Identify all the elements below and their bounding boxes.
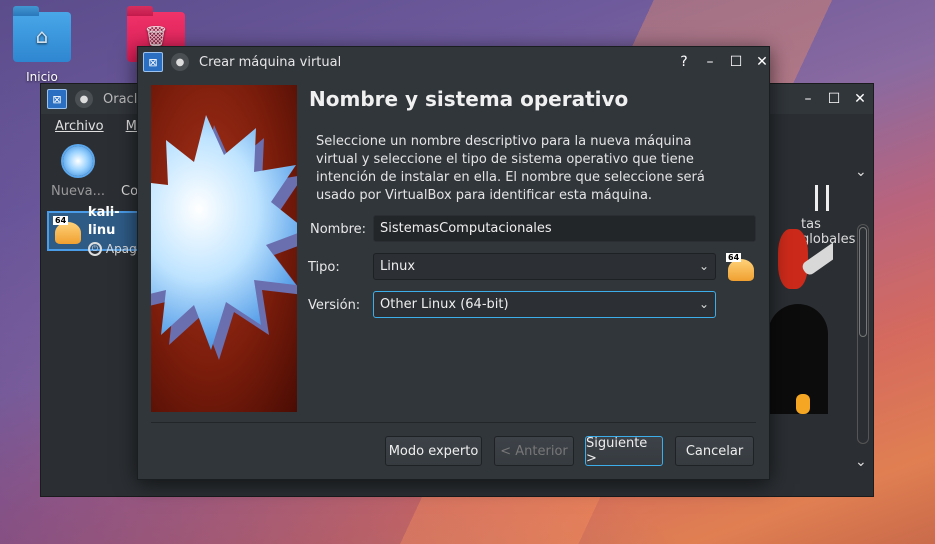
button-separator xyxy=(151,422,756,423)
close-icon[interactable]: ✕ xyxy=(851,90,869,108)
configure-button[interactable]: Co xyxy=(121,184,138,199)
pin-icon[interactable]: ● xyxy=(75,90,93,108)
linux-os-icon: 64 xyxy=(53,216,81,246)
power-off-icon: ⏻ xyxy=(87,242,102,256)
maximize-icon[interactable]: ☐ xyxy=(727,53,745,71)
chevron-down-icon: ⌄ xyxy=(698,297,709,311)
new-vm-icon xyxy=(63,146,94,176)
tux-illustration xyxy=(768,214,833,414)
name-field-value: SistemasComputacionales xyxy=(380,221,552,236)
vm-list-item[interactable]: 64 kali-linu ⏻ Apag xyxy=(47,205,143,256)
version-select-value: Other Linux (64-bit) xyxy=(380,297,509,312)
page-description: Seleccione un nombre descriptivo para la… xyxy=(316,134,705,203)
vm-state: Apag xyxy=(105,242,137,256)
expert-mode-button[interactable]: Modo experto xyxy=(385,436,482,466)
new-vm-button[interactable]: Nueva... xyxy=(51,146,105,199)
virtualbox-icon: ⊠ xyxy=(47,89,67,109)
spiky-star-icon xyxy=(151,115,297,360)
type-select-value: Linux xyxy=(380,259,416,274)
back-button[interactable]: < Anterior xyxy=(494,436,574,466)
chevron-down-icon[interactable]: ⌄ xyxy=(855,454,867,470)
virtualbox-icon: ⊠ xyxy=(143,52,163,72)
page-title: Nombre y sistema operativo xyxy=(309,87,629,111)
help-icon[interactable]: ? xyxy=(675,53,693,71)
manager-scrollbar[interactable] xyxy=(857,224,869,444)
manager-window-controls: – ☐ ✕ xyxy=(799,90,869,108)
tools-icon xyxy=(815,185,829,211)
vm-name: kali-linu xyxy=(87,205,120,238)
dialog-title: Crear máquina virtual xyxy=(199,54,342,70)
close-icon[interactable]: ✕ xyxy=(753,53,771,71)
name-field[interactable]: SistemasComputacionales xyxy=(373,215,756,242)
manager-menubar: Archivo Má xyxy=(55,119,145,134)
maximize-icon[interactable]: ☐ xyxy=(825,90,843,108)
version-label: Versión: xyxy=(308,298,361,313)
minimize-icon[interactable]: – xyxy=(701,53,719,71)
linux-os-icon: 64 xyxy=(726,253,756,283)
version-select[interactable]: Other Linux (64-bit) ⌄ xyxy=(373,291,716,318)
type-label: Tipo: xyxy=(308,260,340,275)
minimize-icon[interactable]: – xyxy=(799,90,817,108)
pin-icon[interactable]: ● xyxy=(171,53,189,71)
menu-archivo[interactable]: Archivo xyxy=(55,119,104,134)
wizard-side-image xyxy=(151,85,297,412)
type-select[interactable]: Linux ⌄ xyxy=(373,253,716,280)
desktop-icon-home[interactable]: ⌂ Inicio xyxy=(2,12,82,84)
cancel-button[interactable]: Cancelar xyxy=(675,436,754,466)
chevron-down-icon: ⌄ xyxy=(698,259,709,273)
new-vm-label: Nueva... xyxy=(51,184,106,199)
name-label: Nombre: xyxy=(310,222,367,237)
chevron-down-icon[interactable]: ⌄ xyxy=(855,164,867,180)
create-vm-dialog: ⊠ ● Crear máquina virtual ? – ☐ ✕ Nombre… xyxy=(137,46,770,480)
os-64-badge: 64 xyxy=(53,216,69,225)
configure-label: Co xyxy=(121,184,139,199)
os-64-badge: 64 xyxy=(726,253,742,262)
home-folder-icon: ⌂ xyxy=(13,12,71,62)
next-button[interactable]: Siguiente > xyxy=(585,436,663,466)
desktop-icon-label: Inicio xyxy=(26,70,58,84)
dialog-window-controls: ? – ☐ ✕ xyxy=(675,53,771,71)
